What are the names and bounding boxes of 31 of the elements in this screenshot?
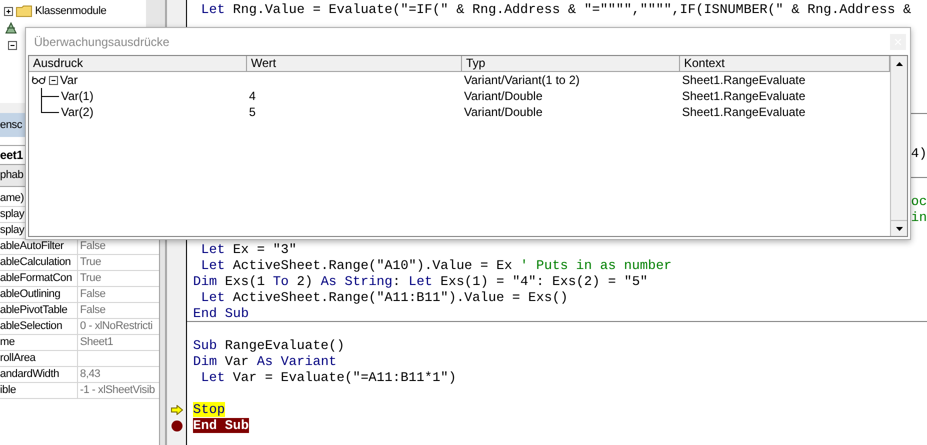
watch-context: Sheet1.RangeEvaluate: [682, 105, 806, 119]
code-line: Let Rng.Value = Evaluate("=IF(" & Rng.Address & "="""","""",IF(ISNUMBER(" & Rng.Address &: [200, 2, 912, 17]
code-line: End Sub: [193, 306, 249, 321]
code-line: Let Ex = "3": [200, 242, 297, 257]
watch-type: Variant/Variant(1 to 2): [464, 73, 580, 87]
code-line: Let ActiveSheet.Range("A11:B11").Value = Exs(): [200, 290, 568, 305]
property-name: me: [0, 335, 78, 350]
code-line: Let Var = Evaluate("=A11:B11*1"): [200, 370, 456, 385]
watch-type: Variant/Double: [464, 89, 542, 103]
code-line: Let ActiveSheet.Range("A10").Value = Ex ' Puts in as number: [200, 258, 672, 273]
property-name: ible: [0, 383, 78, 398]
property-name: ableOutlining: [0, 287, 78, 302]
panel-title: ensc: [0, 118, 22, 133]
property-name: ableCalculation: [0, 255, 78, 270]
code-fragment: 4): [911, 146, 927, 162]
code-line: Sub RangeEvaluate(): [193, 338, 345, 353]
property-name: ablePivotTable: [0, 303, 78, 318]
property-name: rollArea: [0, 351, 78, 366]
watch-value: 4: [249, 89, 256, 103]
window-title: Überwachungsausdrücke: [34, 34, 170, 50]
property-name: ableSelection: [0, 319, 78, 334]
code-fragment: in: [911, 210, 927, 226]
property-name: andardWidth: [0, 367, 78, 382]
watch-context: Sheet1.RangeEvaluate: [682, 73, 806, 87]
watch-type: Variant/Double: [464, 105, 542, 119]
watch-context: Sheet1.RangeEvaluate: [682, 89, 806, 103]
property-name: ableFormatCon: [0, 271, 78, 286]
code-line: Dim Exs(1 To 2) As String: Let Exs(1) = "4": Exs(2) = "5": [193, 274, 648, 289]
watch-value: 5: [249, 105, 256, 119]
code-fragment: oc: [911, 194, 927, 210]
code-line: Dim Var As Variant: [193, 354, 337, 369]
